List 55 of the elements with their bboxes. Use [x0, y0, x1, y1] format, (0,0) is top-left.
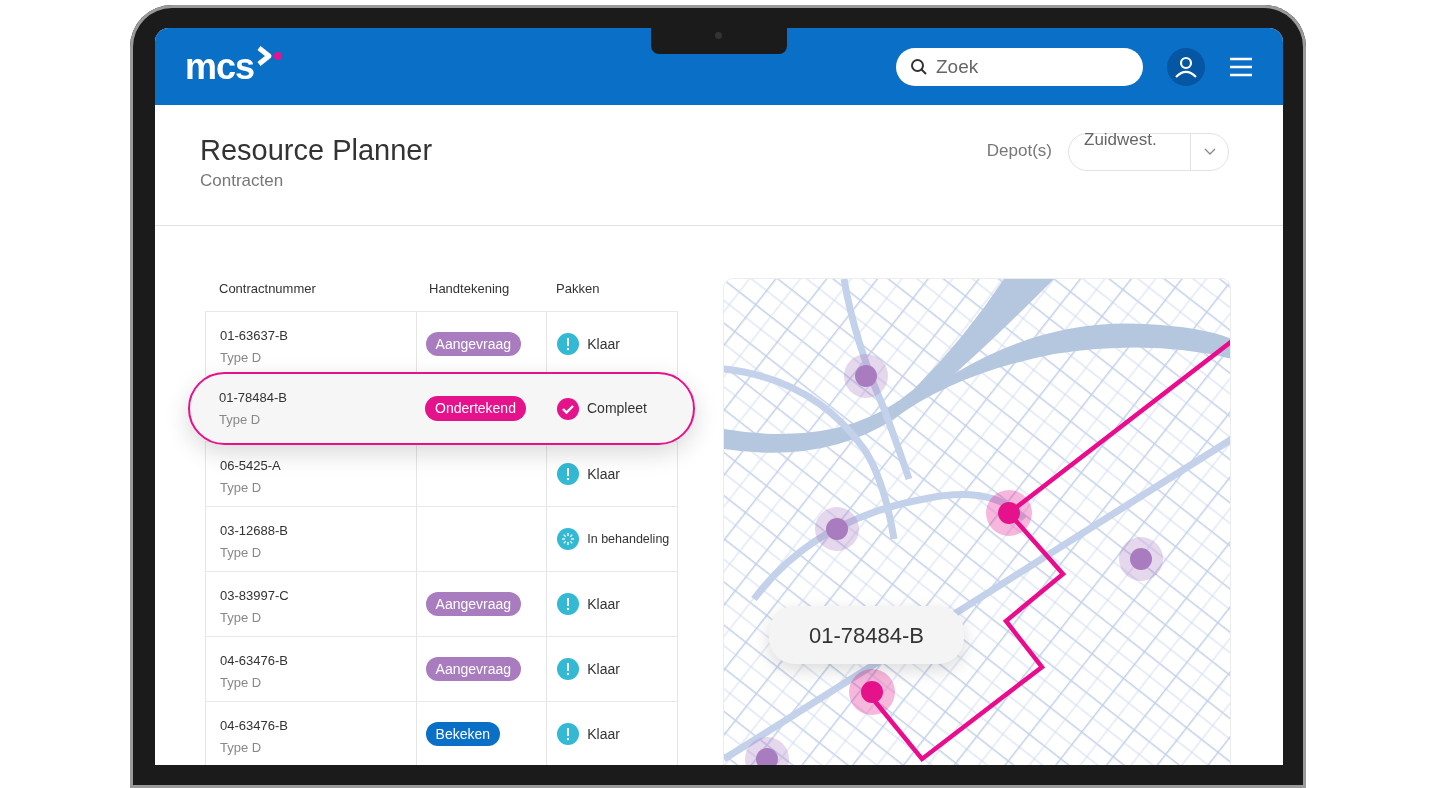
signature-status-badge: Aangevraag [425, 656, 522, 682]
contract-number: 03-12688-B [220, 522, 289, 540]
page-subtitle: Contracten [200, 169, 285, 192]
contract-type: Type D [220, 348, 263, 367]
status-text: Klaar [587, 659, 620, 679]
logo-text: mcs [185, 48, 255, 85]
camera-icon [715, 32, 722, 39]
status-text: Klaar [587, 464, 620, 484]
column-header: Handtekening [429, 280, 510, 298]
alert-icon [557, 723, 580, 745]
signature-status-badge: Aangevraag [425, 331, 522, 357]
status-text: In behandeling [587, 530, 670, 548]
status-text: Compleet [587, 399, 647, 418]
column-header: Contractnummer [219, 281, 316, 296]
status-text: Klaar [587, 334, 620, 354]
table-row[interactable]: 06-5425-A Type D Klaar [205, 441, 678, 506]
alert-icon [557, 658, 580, 680]
column-header: Pakken [556, 280, 600, 298]
contract-number: 03-83997-C [220, 587, 290, 605]
alert-icon [557, 593, 580, 615]
contract-type: Type D [220, 673, 263, 692]
contract-number: 01-78484-B [219, 389, 288, 407]
search-field[interactable]: Zoek [896, 47, 1143, 86]
table-row[interactable]: 03-83997-C Type D Aangevraag Klaar [205, 571, 678, 636]
check-icon [557, 397, 579, 420]
signature-status-badge: Aangevraag [425, 591, 522, 617]
table-row[interactable]: 01-63637-B Type D Aangevraag Klaar [205, 311, 678, 376]
menu-icon[interactable] [1229, 56, 1253, 77]
table-row[interactable]: 01-78484-B Type D Ondertekend Compleet [188, 372, 695, 445]
contract-number: 06-5425-A [220, 457, 282, 475]
contract-number: 04-63476-B [220, 652, 289, 670]
contract-number: 01-63637-B [220, 327, 289, 345]
page-title: Resource Planner [200, 133, 433, 168]
alert-icon [557, 333, 580, 355]
contract-type: Type D [220, 478, 263, 497]
street-map-drawing[interactable] [724, 279, 1230, 765]
signature-status-badge: Bekeken [425, 721, 501, 747]
chevron-down-icon [1203, 148, 1216, 156]
depot-label: Depot(s) [986, 140, 1052, 162]
table-row[interactable]: 04-63476-B Type D Bekeken Klaar [205, 701, 678, 765]
contract-type: Type D [220, 738, 263, 757]
table-row[interactable]: 03-12688-B Type D In behandeling [205, 506, 678, 571]
status-text: Klaar [587, 724, 620, 744]
table-row[interactable]: 04-63476-B Type D Aangevraag Klaar [205, 636, 678, 701]
user-icon [1174, 54, 1198, 79]
signature-status-badge: Ondertekend [425, 396, 526, 421]
user-avatar-button[interactable] [1167, 47, 1205, 86]
status-text: Klaar [587, 594, 620, 614]
contract-number: 04-63476-B [220, 717, 289, 735]
map-tooltip: 01-78484-B [769, 606, 964, 664]
alert-icon [557, 463, 580, 485]
contract-type: Type D [220, 543, 263, 562]
contract-type: Type D [219, 410, 262, 429]
spinner-icon [557, 528, 580, 550]
contract-type: Type D [220, 608, 263, 627]
